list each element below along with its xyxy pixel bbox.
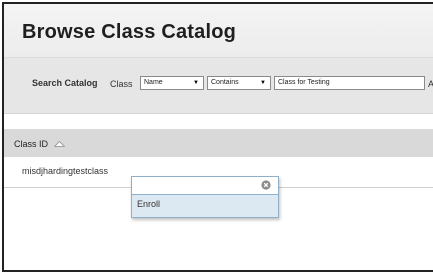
context-menu-header — [132, 177, 278, 195]
close-icon[interactable] — [261, 180, 271, 190]
catalog-panel: Browse Class Catalog Search Catalog Clas… — [2, 2, 433, 272]
search-field-value: Name — [144, 79, 163, 86]
enroll-menu-item[interactable]: Enroll — [137, 199, 160, 209]
search-query-input[interactable]: Class for Testing — [274, 76, 425, 90]
title-bar: Browse Class Catalog — [4, 4, 433, 58]
search-bar: Search Catalog Class Name ▼ Contains ▼ C… — [4, 58, 433, 114]
column-header-class-id[interactable]: Class ID — [14, 139, 48, 149]
class-field-label: Class — [110, 79, 133, 89]
table-header: Class ID — [4, 129, 433, 157]
sort-ascending-icon[interactable] — [54, 141, 65, 147]
dropdown-arrow-icon: ▼ — [260, 80, 266, 86]
search-operator-select[interactable]: Contains ▼ — [207, 76, 271, 90]
truncated-label: A — [428, 79, 433, 89]
search-field-select[interactable]: Name ▼ — [140, 76, 204, 90]
search-operator-value: Contains — [211, 79, 239, 86]
page-title: Browse Class Catalog — [22, 21, 237, 43]
context-menu: Enroll — [131, 176, 279, 218]
search-catalog-label: Search Catalog — [32, 78, 98, 88]
dropdown-arrow-icon: ▼ — [193, 80, 199, 86]
class-id-cell[interactable]: misdjhardingtestclass — [22, 166, 108, 176]
